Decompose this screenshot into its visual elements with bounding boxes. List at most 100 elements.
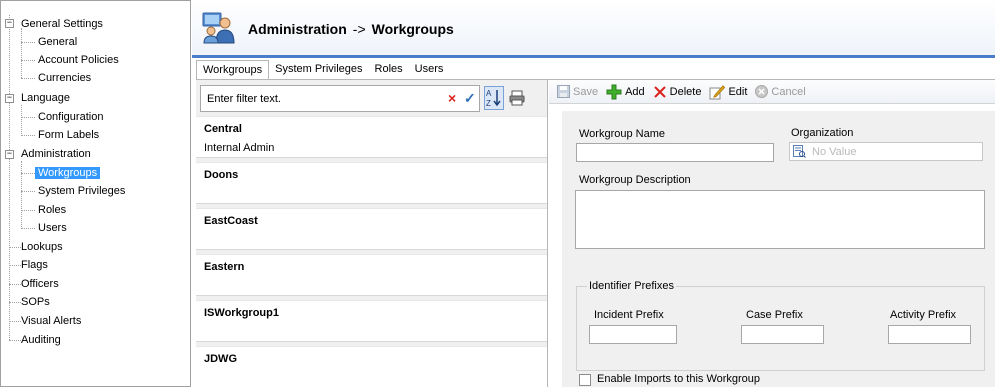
page-title: Administration -> Workgroups	[248, 21, 454, 37]
tab-roles[interactable]: Roles	[369, 60, 409, 80]
tree-item-auditing[interactable]: Auditing	[18, 332, 64, 348]
list-item[interactable]: Eastern	[196, 254, 547, 296]
delete-button[interactable]: Delete	[653, 85, 702, 99]
edit-label: Edit	[728, 85, 748, 98]
workgroup-description-label: Workgroup Description	[579, 174, 691, 186]
svg-text:A: A	[486, 89, 492, 98]
tree-item-lookups[interactable]: Lookups	[18, 239, 66, 255]
tree-hline	[21, 135, 35, 136]
tree-hline	[21, 60, 35, 61]
collapse-language-button[interactable]: −	[5, 94, 14, 103]
workgroup-list-pane: Enter filter text. × ✓ A Z Central Inter…	[196, 80, 548, 387]
add-button[interactable]: Add	[606, 84, 645, 100]
enable-imports-checkbox[interactable]	[579, 374, 591, 386]
tree-hline	[21, 117, 35, 118]
edit-button[interactable]: Edit	[709, 84, 747, 100]
tree-hline	[21, 228, 35, 229]
header-section: Administration	[248, 21, 347, 37]
tab-workgroups[interactable]: Workgroups	[196, 60, 270, 80]
workgroup-form: Workgroup Name Organization No Value Wor…	[562, 111, 995, 387]
tree-root-line	[9, 15, 10, 340]
header-divider	[192, 55, 995, 58]
print-icon[interactable]	[508, 89, 526, 107]
sort-az-icon: A Z	[486, 89, 501, 108]
tree-item-administration[interactable]: Administration	[18, 146, 94, 162]
enable-imports-label: Enable Imports to this Workgroup	[597, 373, 761, 385]
tree-item-flags[interactable]: Flags	[18, 257, 51, 273]
workgroup-name-label: Workgroup Name	[579, 128, 665, 140]
tab-users[interactable]: Users	[409, 60, 450, 80]
workgroup-name: Eastern	[204, 261, 245, 273]
workgroup-name: EastCoast	[204, 215, 258, 227]
tree-item-general-settings[interactable]: General Settings	[18, 16, 106, 32]
tree-item-sops[interactable]: SOPs	[18, 294, 53, 310]
collapse-administration-button[interactable]: −	[5, 150, 14, 159]
delete-label: Delete	[669, 85, 702, 98]
tree-item-roles[interactable]: Roles	[35, 202, 69, 218]
add-label: Add	[625, 85, 645, 98]
workgroup-name: JDWG	[204, 353, 237, 365]
list-item[interactable]: ISWorkgroup1	[196, 300, 547, 342]
filter-placeholder: Enter filter text.	[207, 93, 281, 105]
workgroup-name: Central	[204, 123, 242, 135]
workgroup-subtitle: Internal Admin	[204, 142, 275, 154]
tree-item-configuration[interactable]: Configuration	[35, 109, 106, 125]
case-prefix-field[interactable]	[741, 325, 824, 344]
identifier-prefixes-legend: Identifier Prefixes	[587, 280, 676, 292]
filter-input[interactable]: Enter filter text. × ✓	[200, 85, 480, 112]
apply-filter-icon[interactable]: ✓	[464, 91, 476, 105]
tree-hline	[21, 191, 35, 192]
workgroup-name: ISWorkgroup1	[204, 307, 279, 319]
list-item[interactable]: EastCoast	[196, 208, 547, 250]
tab-system-privileges[interactable]: System Privileges	[269, 60, 368, 80]
tree-item-officers[interactable]: Officers	[18, 276, 62, 292]
case-prefix-label: Case Prefix	[746, 309, 803, 321]
activity-prefix-label: Activity Prefix	[890, 309, 957, 321]
save-icon	[557, 85, 570, 98]
tree-item-form-labels[interactable]: Form Labels	[35, 127, 102, 143]
organization-placeholder: No Value	[812, 146, 857, 158]
header-arrow: ->	[352, 21, 366, 37]
list-item[interactable]: Central Internal Admin	[196, 116, 547, 158]
svg-text:Z: Z	[486, 99, 491, 108]
page-header: Administration -> Workgroups	[192, 0, 995, 58]
tree-branch-line-language	[21, 105, 22, 136]
tab-strip: Workgroups System Privileges Roles Users	[196, 60, 449, 80]
tree-branch-line-general	[21, 28, 22, 78]
detail-toolbar: Save Add Delete Edit Cancel	[549, 80, 995, 104]
sort-az-button[interactable]: A Z	[484, 86, 504, 110]
workgroup-name-field[interactable]	[576, 143, 774, 162]
save-button[interactable]: Save	[557, 85, 598, 98]
lookup-icon	[793, 145, 806, 158]
incident-prefix-field[interactable]	[589, 325, 677, 344]
activity-prefix-field[interactable]	[888, 325, 971, 344]
workgroup-name: Doons	[204, 169, 239, 181]
header-page: Workgroups	[371, 21, 454, 37]
tree-hline	[21, 42, 35, 43]
clear-filter-icon[interactable]: ×	[448, 91, 456, 105]
cancel-button[interactable]: Cancel	[755, 85, 806, 98]
organization-lookup[interactable]: No Value	[789, 142, 983, 161]
workgroup-detail-pane: Save Add Delete Edit Cancel Workgroup Na…	[549, 80, 995, 387]
tree-item-system-privileges[interactable]: System Privileges	[35, 183, 128, 199]
tree-item-visual-alerts[interactable]: Visual Alerts	[18, 313, 84, 329]
tree-item-account-policies[interactable]: Account Policies	[35, 52, 122, 68]
tree-item-users[interactable]: Users	[35, 220, 70, 236]
edit-pencil-icon	[709, 84, 726, 99]
tree-item-general[interactable]: General	[35, 34, 80, 50]
tree-hline	[21, 78, 35, 79]
delete-x-icon	[653, 85, 666, 98]
users-group-icon	[202, 12, 235, 44]
tree-hline	[21, 173, 35, 174]
list-item[interactable]: Doons	[196, 162, 547, 204]
tree-hline	[21, 210, 35, 211]
tree-item-workgroups[interactable]: Workgroups	[35, 165, 101, 181]
identifier-prefixes-group: Identifier Prefixes Incident Prefix Case…	[576, 280, 985, 371]
collapse-general-settings-button[interactable]: −	[5, 19, 14, 28]
save-label: Save	[573, 85, 599, 98]
navigation-tree: − − − General Settings General Account P…	[0, 0, 191, 387]
workgroup-description-field[interactable]	[575, 190, 985, 249]
tree-item-currencies[interactable]: Currencies	[35, 70, 94, 86]
tree-item-language[interactable]: Language	[18, 90, 73, 106]
list-item[interactable]: JDWG	[196, 346, 547, 387]
